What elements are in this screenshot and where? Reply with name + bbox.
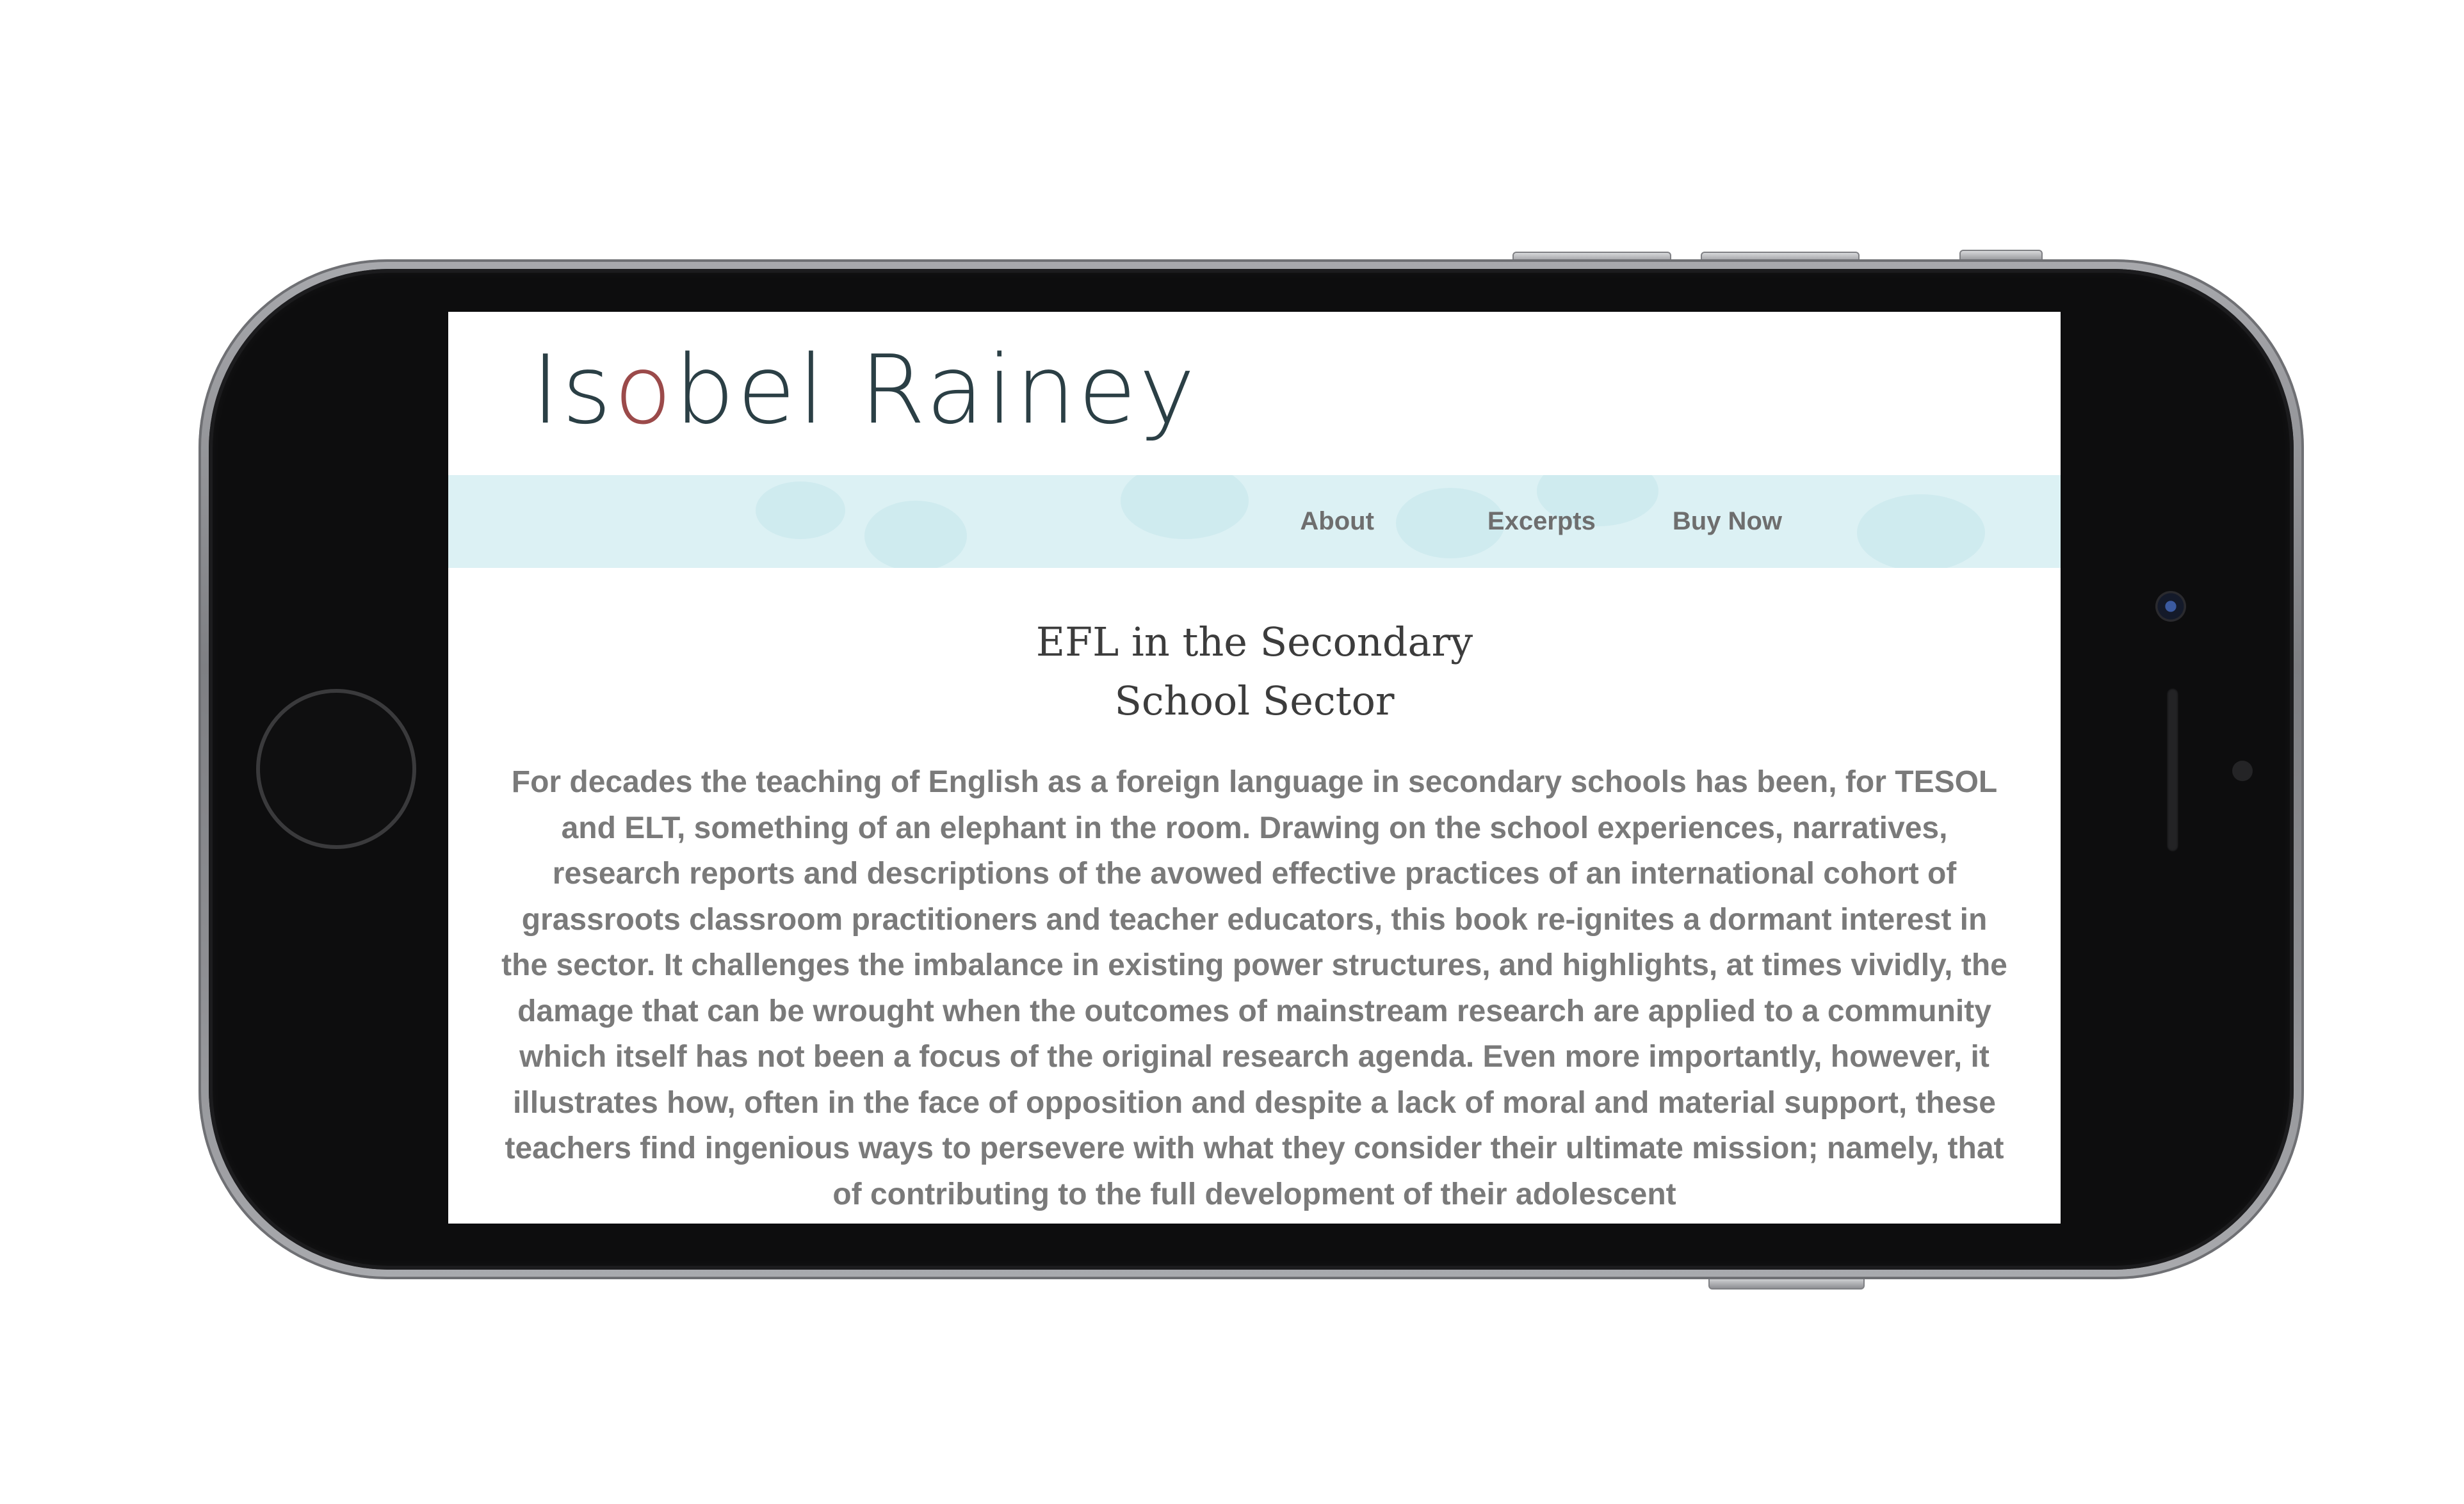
book-description: For decades the teaching of English as a… [501,765,2007,1211]
front-camera-icon [2155,591,2186,622]
nav-link-excerpts[interactable]: Excerpts [1449,507,1634,536]
home-button-icon [256,689,416,849]
device-mockup: Isobel Rainey About Excerpts Buy Now EFL… [0,0,2464,1504]
logo-text-accent: o [613,335,675,445]
nav-background-pattern [1857,494,1985,568]
earpiece-speaker [2167,688,2178,852]
nav-background-pattern [756,481,845,539]
proximity-sensor [2232,761,2253,781]
book-title-line-1: EFL in the Secondary [1035,619,1473,665]
nav-items: About Excerpts Buy Now [1300,475,1820,568]
main-navigation: About Excerpts Buy Now [448,475,2061,568]
site-header: Isobel Rainey [448,312,2061,475]
main-content: EFL in the Secondary School Sector For d… [448,568,2061,1217]
site-logo[interactable]: Isobel Rainey [531,343,1197,437]
logo-text-start: Is [531,335,614,445]
nav-background-pattern [864,501,967,568]
logo-text-end: bel Rainey [674,335,1198,445]
nav-background-pattern [1121,475,1249,539]
book-title-line-2: School Sector [1114,677,1395,724]
nav-link-buy-now[interactable]: Buy Now [1634,507,1820,536]
book-title: EFL in the Secondary School Sector [966,613,1543,731]
nav-link-about[interactable]: About [1300,507,1413,536]
phone-screen: Isobel Rainey About Excerpts Buy Now EFL… [448,312,2061,1224]
